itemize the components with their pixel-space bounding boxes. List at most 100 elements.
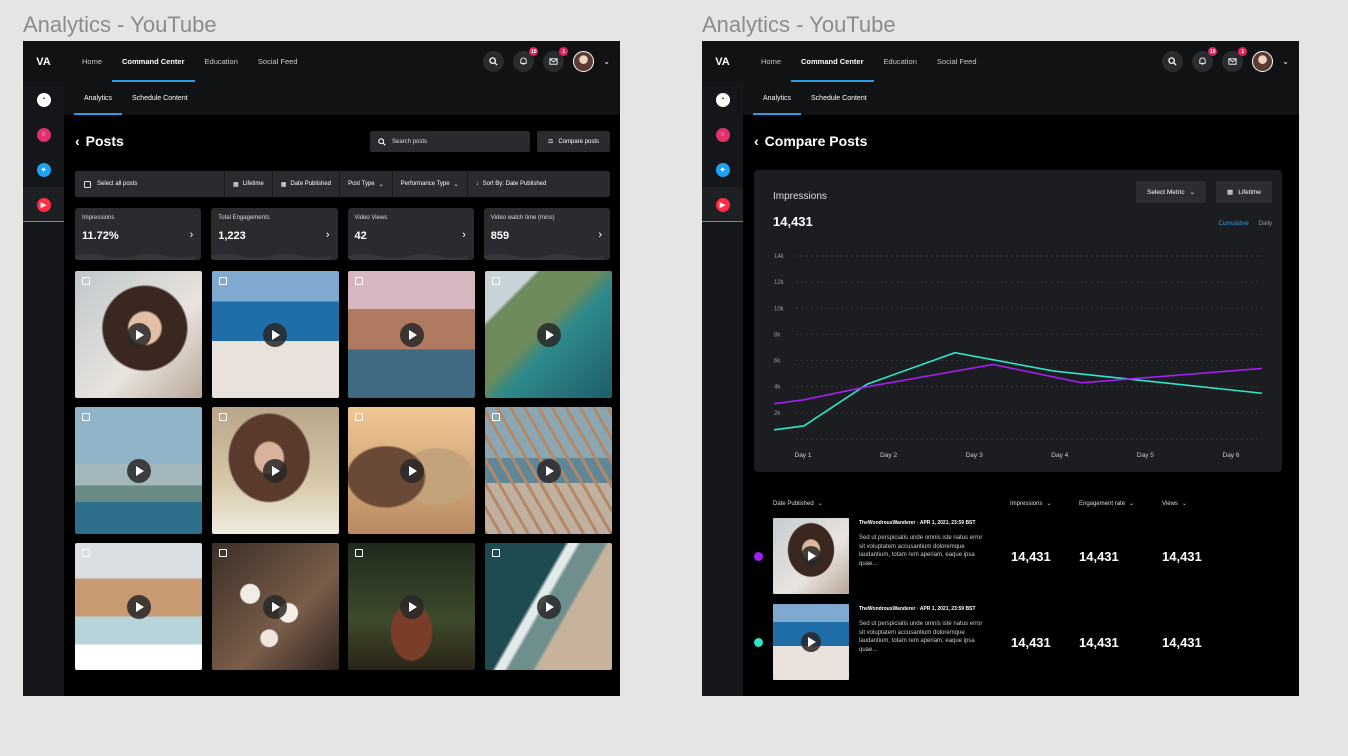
stat-card-impressions[interactable]: Impressions 11.72% › <box>75 208 202 260</box>
sort-by-filter[interactable]: ↓ Sort By: Date Published <box>468 171 555 197</box>
sidebar-item-youtube[interactable]: ▶ <box>23 187 64 222</box>
play-icon[interactable] <box>399 322 424 347</box>
post-checkbox[interactable] <box>82 277 90 285</box>
sidebar-item-instagram[interactable]: ○ <box>702 117 743 152</box>
nav-social-feed[interactable]: Social Feed <box>927 41 987 82</box>
col-engagement-rate[interactable]: Engagement rate ⌄ <box>1079 500 1134 508</box>
nav-education[interactable]: Education <box>874 41 927 82</box>
back-chevron-icon[interactable]: ‹ <box>75 133 80 149</box>
nav-home[interactable]: Home <box>751 41 791 82</box>
nav-command-center[interactable]: Command Center <box>791 41 874 82</box>
compare-posts-button[interactable]: ⚖ Compare posts <box>537 131 610 152</box>
play-icon[interactable] <box>801 632 821 652</box>
play-icon[interactable] <box>263 594 288 619</box>
play-icon[interactable] <box>536 322 561 347</box>
post-checkbox[interactable] <box>492 549 501 557</box>
post-type-filter[interactable]: Post Type ⌄ <box>340 171 393 197</box>
avatar[interactable] <box>1252 51 1274 72</box>
post-checkbox[interactable] <box>355 413 364 421</box>
avatar[interactable] <box>573 51 595 72</box>
post-checkbox[interactable] <box>218 549 227 557</box>
back-chevron-icon[interactable]: ‹ <box>754 133 759 149</box>
sidebar-item-youtube[interactable]: ▶ <box>702 187 743 222</box>
post-thumbnail[interactable] <box>211 407 339 534</box>
post-thumbnail[interactable] <box>348 543 476 670</box>
performance-type-filter[interactable]: Performance Type ⌄ <box>393 171 468 197</box>
search-button[interactable] <box>483 51 505 72</box>
app-logo[interactable]: VA <box>23 56 64 68</box>
compare-screen: VA Home Command Center Education Social … <box>702 41 1299 696</box>
play-icon[interactable] <box>126 322 151 347</box>
calendar-icon: ▦ <box>233 181 239 188</box>
messages-button[interactable]: 1 <box>543 47 569 72</box>
post-thumbnail[interactable] <box>75 407 202 534</box>
sidebar-item-twitter[interactable]: ✦ <box>702 152 743 187</box>
post-thumbnail[interactable] <box>485 407 613 534</box>
nav-home[interactable]: Home <box>72 41 112 82</box>
stat-card-watch-time[interactable]: Video watch time (mins) 859 › <box>483 208 610 260</box>
col-date-published[interactable]: Date Published ⌄ <box>773 500 823 508</box>
play-icon[interactable] <box>263 458 288 483</box>
post-checkbox[interactable] <box>218 277 227 285</box>
post-thumbnail[interactable] <box>75 543 202 670</box>
sidebar-item-twitter[interactable]: ✦ <box>23 152 64 187</box>
chevron-down-icon[interactable]: ⌄ <box>1282 57 1289 66</box>
engagement-value: 14,431 <box>1079 635 1119 650</box>
play-icon[interactable] <box>399 458 424 483</box>
post-thumbnail[interactable] <box>773 518 849 594</box>
post-checkbox[interactable] <box>355 277 364 285</box>
sidebar-item-dashboard[interactable]: ◔ <box>23 82 64 117</box>
y-tick-label: 8k <box>774 332 781 338</box>
post-checkbox[interactable] <box>82 549 90 557</box>
post-checkbox[interactable] <box>218 413 227 421</box>
play-icon[interactable] <box>399 594 424 619</box>
post-thumbnail[interactable] <box>75 271 202 398</box>
tab-schedule-content[interactable]: Schedule Content <box>122 82 198 115</box>
tab-schedule-content[interactable]: Schedule Content <box>801 82 877 115</box>
play-icon[interactable] <box>263 322 288 347</box>
stat-value: 42 <box>354 230 367 242</box>
post-checkbox[interactable] <box>492 277 501 285</box>
play-icon[interactable] <box>126 458 151 483</box>
play-icon[interactable] <box>801 546 821 566</box>
tab-analytics[interactable]: Analytics <box>74 82 123 115</box>
stat-card-engagements[interactable]: Total Engagements 1,223 › <box>211 208 338 260</box>
x-tick-label: Day 3 <box>966 452 983 459</box>
play-icon[interactable] <box>536 458 561 483</box>
notifications-button[interactable]: 10 <box>1192 47 1218 72</box>
post-thumbnail[interactable] <box>348 271 476 398</box>
post-thumbnail[interactable] <box>773 604 849 680</box>
post-thumbnail[interactable] <box>485 543 613 670</box>
chevron-right-icon: › <box>325 229 330 241</box>
table-row[interactable]: TheWondrousWanderer · APR 1, 2021, 23:59… <box>754 604 1282 680</box>
nav-command-center[interactable]: Command Center <box>112 41 195 82</box>
post-checkbox[interactable] <box>82 413 90 421</box>
stat-card-video-views[interactable]: Video Views 42 › <box>347 208 474 260</box>
post-checkbox[interactable] <box>355 549 364 557</box>
app-logo[interactable]: VA <box>702 56 743 68</box>
nav-education[interactable]: Education <box>195 41 248 82</box>
post-checkbox[interactable] <box>492 413 501 421</box>
chevron-down-icon[interactable]: ⌄ <box>603 57 610 66</box>
nav-social-feed[interactable]: Social Feed <box>248 41 308 82</box>
select-all-checkbox[interactable]: Select all posts <box>75 171 225 197</box>
lifetime-filter[interactable]: ▦ Lifetime <box>225 171 273 197</box>
play-icon[interactable] <box>126 594 151 619</box>
sidebar-item-dashboard[interactable]: ◔ <box>702 82 743 117</box>
post-thumbnail[interactable] <box>485 271 613 398</box>
tab-analytics[interactable]: Analytics <box>753 82 802 115</box>
table-row[interactable]: TheWondrousWanderer · APR 1, 2021, 23:59… <box>754 518 1282 594</box>
post-thumbnail[interactable] <box>211 543 339 670</box>
notifications-button[interactable]: 10 <box>513 47 539 72</box>
messages-button[interactable]: 1 <box>1222 47 1248 72</box>
post-thumbnail[interactable] <box>348 407 476 534</box>
play-icon[interactable] <box>536 594 561 619</box>
search-button[interactable] <box>1162 51 1184 72</box>
col-views[interactable]: Views ⌄ <box>1162 500 1187 508</box>
sidebar-item-instagram[interactable]: ○ <box>23 117 64 152</box>
col-impressions[interactable]: Impressions ⌄ <box>1010 500 1051 508</box>
post-thumbnail[interactable] <box>211 271 339 398</box>
search-input[interactable]: Search posts <box>370 131 530 152</box>
instagram-icon: ○ <box>715 127 730 142</box>
date-published-filter[interactable]: ▦ Date Published <box>273 171 341 197</box>
